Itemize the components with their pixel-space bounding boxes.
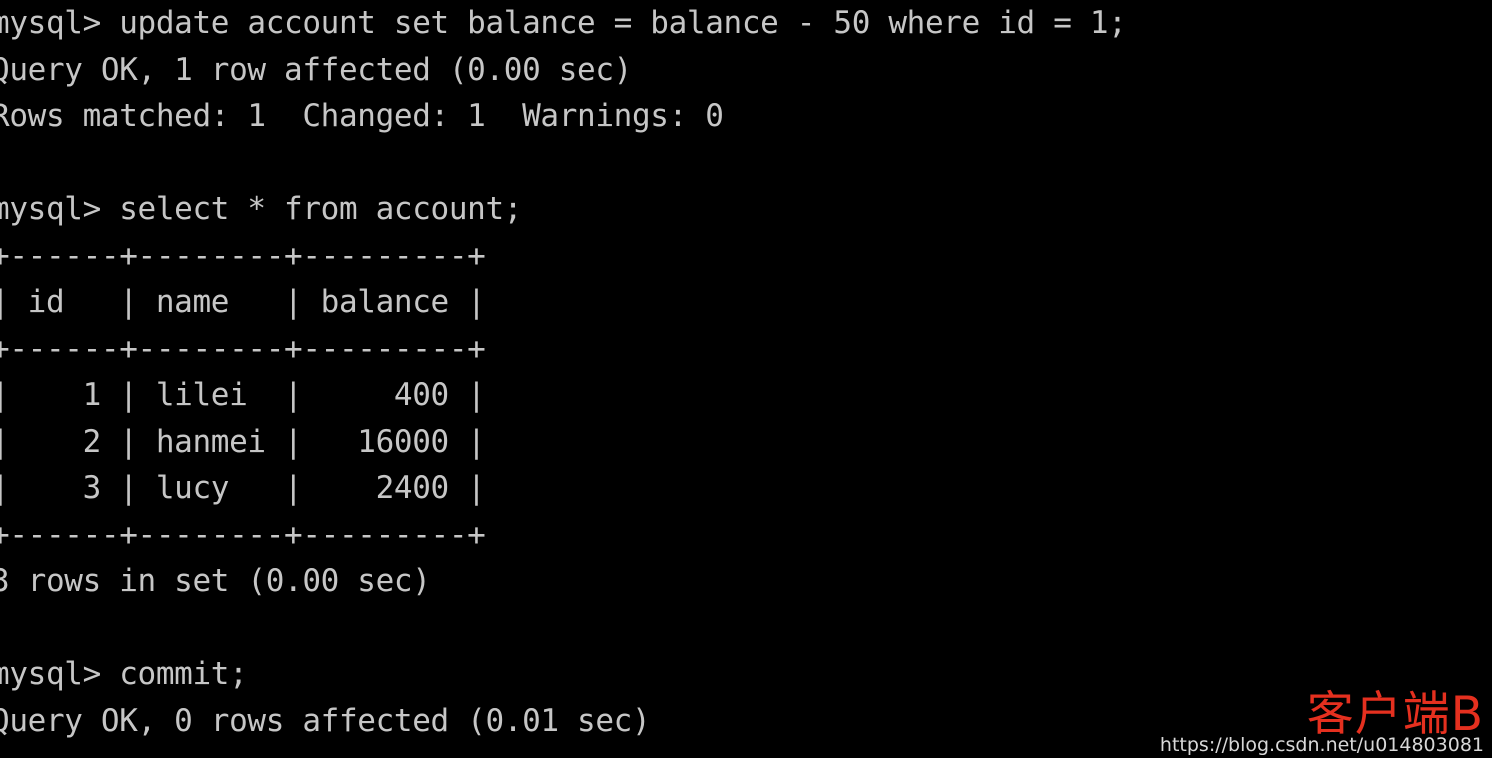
terminal-output[interactable]: mysql> update account set balance = bala… [0,0,1492,744]
terminal-line-update-detail: Rows matched: 1 Changed: 1 Warnings: 0 [0,98,724,134]
table-row: | 2 | hanmei | 16000 | [0,423,486,460]
terminal-line-blank-1 [0,140,1492,187]
terminal-line-update-status: Query OK, 1 row affected (0.00 sec) [0,51,632,88]
terminal-line-commit-status: Query OK, 0 rows affected (0.01 sec) [0,702,651,739]
table-row: | 3 | lucy | 2400 | [0,470,486,506]
terminal-line-command-update: mysql> update account set balance = bala… [0,5,1127,41]
table-border-header: +------+--------+---------+ [0,330,486,367]
terminal-line-command-commit: mysql> commit; [0,656,248,692]
table-border-bottom: +------+--------+---------+ [0,516,486,553]
table-header-row: | id | name | balance | [0,284,486,320]
table-row: | 1 | lilei | 400 | [0,377,486,413]
table-border-top: +------+--------+---------+ [0,237,486,274]
terminal-line-select-footer: 3 rows in set (0.00 sec) [0,563,431,599]
terminal-line-blank-2 [0,605,1492,652]
terminal-line-command-select: mysql> select * from account; [0,191,523,227]
terminal-window[interactable]: mysql> update account set balance = bala… [0,0,1492,758]
